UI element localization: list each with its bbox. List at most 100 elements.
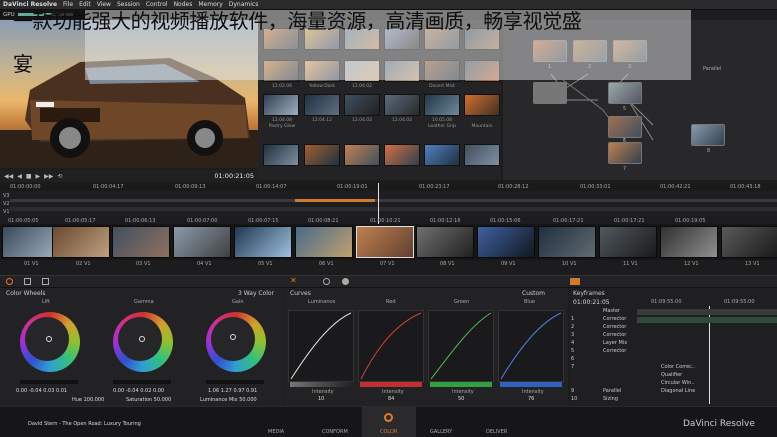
clip-thumb[interactable] [477, 226, 535, 258]
saturation-value[interactable]: Saturation 50.000 [126, 397, 171, 403]
keyframe-row[interactable]: 5 Corrector [569, 348, 777, 356]
keyframe-row[interactable]: 3 Corrector [569, 332, 777, 340]
gallery-still[interactable] [263, 28, 299, 50]
node-1[interactable] [533, 40, 567, 62]
keyframe-row[interactable]: 1 Corrector [569, 316, 777, 324]
gallery-still[interactable] [344, 94, 380, 116]
node-2[interactable] [573, 40, 607, 62]
gallery-still[interactable] [344, 60, 380, 82]
gallery-still[interactable] [304, 28, 340, 50]
clip-thumb[interactable] [660, 226, 718, 258]
keyframe-row[interactable]: Circular Win.. [569, 380, 777, 388]
gallery-still[interactable] [263, 60, 299, 82]
gallery-still[interactable] [424, 94, 460, 116]
timeline-ruler[interactable]: 01:00:00:00 01:00:04:17 01:00:09:13 01:0… [0, 183, 777, 191]
node-7[interactable] [608, 142, 642, 164]
menu-memory[interactable]: Memory [198, 1, 222, 8]
clip-thumb[interactable] [599, 226, 657, 258]
red-curve[interactable] [358, 310, 424, 382]
gallery-still[interactable] [263, 144, 299, 166]
tab-media[interactable]: MEDIA [268, 429, 284, 435]
gallery-still[interactable] [464, 60, 500, 82]
gallery-still[interactable] [263, 94, 299, 116]
menu-control[interactable]: Control [146, 1, 168, 8]
clip-thumb[interactable] [416, 226, 474, 258]
node-8[interactable] [691, 124, 725, 146]
hue-value[interactable]: Hue 100.000 [72, 397, 104, 403]
gain-puck[interactable] [230, 334, 236, 340]
menu-nodes[interactable]: Nodes [174, 1, 193, 8]
menu-session[interactable]: Session [117, 1, 140, 8]
blue-curve[interactable] [498, 310, 564, 382]
gallery-still[interactable] [304, 94, 340, 116]
curves-mode-select[interactable]: Custom [522, 290, 545, 297]
tab-conform[interactable]: CONFORM [322, 429, 348, 435]
node-6[interactable] [608, 116, 642, 138]
wheels-mode-select[interactable]: 3 Way Color [238, 290, 274, 297]
qualifier-icon[interactable] [323, 278, 330, 285]
gain-slider[interactable] [206, 380, 264, 384]
gallery-still[interactable] [424, 60, 460, 82]
step-back-icon[interactable]: ◀ [17, 173, 22, 180]
red-intensity-bar[interactable] [360, 382, 422, 387]
color-wheel-icon[interactable] [6, 278, 13, 285]
tab-gallery[interactable]: GALLERY [430, 429, 452, 435]
blue-intensity-bar[interactable] [500, 382, 562, 387]
gallery-still[interactable] [344, 28, 380, 50]
rewind-icon[interactable]: ◀◀ [4, 173, 13, 180]
loop-icon[interactable]: ⟲ [57, 173, 62, 180]
clip-thumb[interactable] [721, 226, 777, 258]
gallery-still[interactable] [344, 144, 380, 166]
gallery-still[interactable] [424, 144, 460, 166]
gallery-still[interactable] [384, 94, 420, 116]
keyframe-row[interactable]: Master [569, 308, 777, 316]
node-5[interactable] [608, 82, 642, 104]
luminance-curve[interactable] [288, 310, 354, 382]
menu-view[interactable]: View [97, 1, 111, 8]
gallery-still[interactable] [304, 144, 340, 166]
gallery-still[interactable] [384, 144, 420, 166]
keyframe-row[interactable]: 7 Color Correc.. [569, 364, 777, 372]
clip-thumb[interactable] [173, 226, 231, 258]
luminance-intensity-bar[interactable] [290, 382, 352, 387]
track-v2[interactable] [10, 199, 777, 202]
stop-icon[interactable]: ■ [26, 173, 32, 180]
keyframe-row[interactable]: 6 [569, 356, 777, 364]
clip-thumb[interactable] [538, 226, 596, 258]
clip-thumb[interactable] [295, 226, 353, 258]
curves-tool-icon[interactable]: ✕ [290, 276, 300, 286]
keyframe-row[interactable]: 10 Sizing [569, 396, 777, 404]
clip-thumb-selected[interactable] [356, 226, 414, 258]
menu-dynamics[interactable]: Dynamics [229, 1, 259, 8]
keyframe-icon[interactable] [570, 278, 580, 285]
gallery-still[interactable] [464, 94, 500, 116]
color-tab-icon[interactable] [384, 413, 393, 422]
lift-puck[interactable] [46, 336, 52, 342]
window-icon[interactable] [342, 278, 349, 285]
play-icon[interactable]: ▶ [36, 173, 41, 180]
menu-file[interactable]: File [63, 1, 73, 8]
gallery-still[interactable] [424, 28, 460, 50]
gamma-wheel[interactable] [113, 312, 173, 372]
forward-icon[interactable]: ▶▶ [44, 173, 53, 180]
lift-wheel[interactable] [20, 312, 80, 372]
gallery-still[interactable] [304, 60, 340, 82]
green-curve[interactable] [428, 310, 494, 382]
clip-thumb[interactable] [234, 226, 292, 258]
green-intensity-bar[interactable] [430, 382, 492, 387]
timeline-selection[interactable] [295, 199, 375, 202]
gamma-puck[interactable] [139, 336, 145, 342]
node-3[interactable] [613, 40, 647, 62]
keyframe-row[interactable]: Qualifier [569, 372, 777, 380]
clip-thumb[interactable] [112, 226, 170, 258]
gallery-still[interactable] [464, 144, 500, 166]
gamma-slider[interactable] [113, 380, 171, 384]
gallery-still[interactable] [464, 28, 500, 50]
gallery-still[interactable] [384, 60, 420, 82]
tab-deliver[interactable]: DELIVER [486, 429, 507, 435]
clip-thumb[interactable] [52, 226, 110, 258]
lift-slider[interactable] [20, 380, 78, 384]
keyframe-row[interactable]: 9 Parallel Diagonal Line [569, 388, 777, 396]
track-v1[interactable] [10, 207, 777, 211]
scope-icon[interactable] [42, 278, 49, 285]
